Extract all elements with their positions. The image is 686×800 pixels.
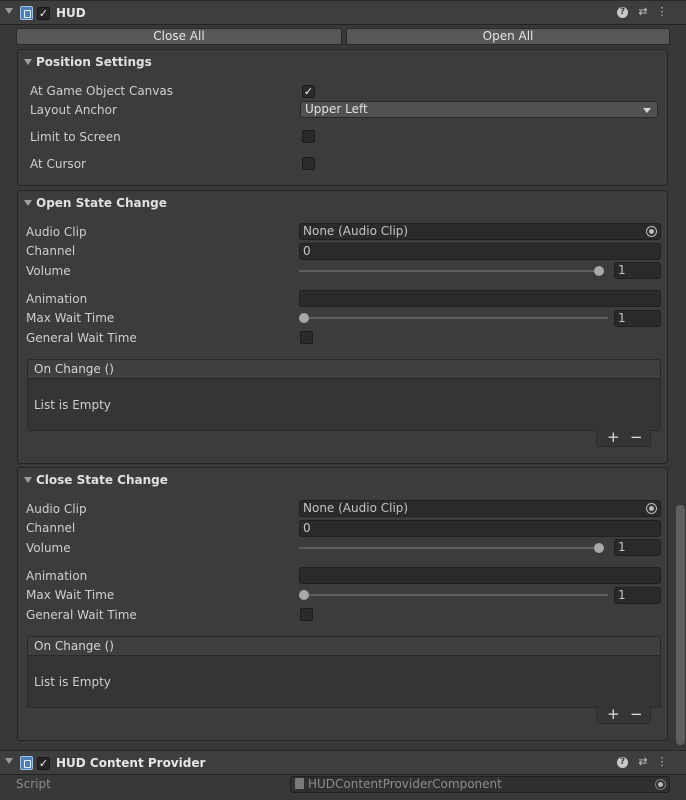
on-change-event-list: On Change () List is Empty (27, 359, 661, 431)
script-icon (20, 756, 33, 770)
layout-anchor-label: Layout Anchor (30, 103, 117, 117)
on-change-event-list: On Change () List is Empty (27, 636, 661, 708)
script-value: HUDContentProviderComponent (308, 777, 502, 791)
max-wait-time-slider-thumb[interactable] (299, 590, 309, 600)
limit-to-screen-checkbox[interactable] (302, 130, 315, 143)
max-wait-time-field[interactable]: 1 (614, 587, 661, 604)
max-wait-time-label: Max Wait Time (26, 311, 115, 325)
script-field[interactable]: HUDContentProviderComponent (290, 776, 670, 793)
max-wait-time-label: Max Wait Time (26, 588, 115, 602)
help-icon[interactable]: ? (617, 757, 628, 768)
open-all-button[interactable]: Open All (346, 28, 670, 45)
hud-content-provider-title: HUD Content Provider (56, 756, 206, 770)
volume-field[interactable]: 1 (614, 262, 661, 279)
volume-slider-thumb[interactable] (594, 266, 604, 276)
channel-label: Channel (26, 244, 76, 258)
fold-arrow-icon[interactable] (5, 8, 13, 14)
hud-enabled-checkbox[interactable]: ✓ (37, 7, 50, 20)
hud-component-header[interactable]: ✓ HUD ? ⇄ ⋮ (0, 0, 686, 25)
presets-icon[interactable]: ⇄ (636, 5, 650, 19)
kebab-menu-icon[interactable]: ⋮ (655, 755, 669, 769)
max-wait-time-slider-track[interactable] (299, 594, 608, 596)
channel-field[interactable]: 0 (299, 243, 661, 260)
presets-icon[interactable]: ⇄ (636, 755, 650, 769)
object-picker-icon[interactable] (655, 779, 666, 790)
script-label: Script (16, 777, 51, 791)
on-change-header: On Change () (28, 360, 660, 379)
general-wait-time-checkbox[interactable] (300, 331, 313, 344)
script-file-icon (295, 778, 304, 789)
fold-arrow-icon[interactable] (24, 477, 32, 483)
fold-arrow-icon[interactable] (24, 200, 32, 206)
audio-clip-label: Audio Clip (26, 225, 87, 239)
channel-label: Channel (26, 521, 76, 535)
animation-label: Animation (26, 569, 88, 583)
script-icon (20, 6, 33, 20)
close-state-change-panel: Close State Change Audio Clip None (Audi… (17, 467, 668, 741)
volume-slider-track[interactable] (299, 270, 604, 272)
audio-clip-value: None (Audio Clip) (303, 501, 409, 515)
object-picker-icon[interactable] (646, 226, 657, 237)
audio-clip-label: Audio Clip (26, 502, 87, 516)
layout-anchor-dropdown[interactable]: Upper Left (300, 101, 658, 118)
max-wait-time-slider-thumb[interactable] (299, 313, 309, 323)
hud-content-provider-header[interactable]: ✓ HUD Content Provider ? ⇄ ⋮ (0, 750, 686, 775)
layout-anchor-value: Upper Left (305, 102, 368, 116)
inspector-scrollbar[interactable] (676, 505, 685, 745)
remove-item-button[interactable]: − (630, 707, 643, 722)
list-empty-text: List is Empty (34, 675, 111, 689)
audio-clip-field[interactable]: None (Audio Clip) (299, 500, 661, 517)
list-empty-text: List is Empty (34, 398, 111, 412)
hud-content-enabled-checkbox[interactable]: ✓ (37, 757, 50, 770)
general-wait-time-checkbox[interactable] (300, 608, 313, 621)
object-picker-icon[interactable] (646, 503, 657, 514)
event-list-footer: + − (596, 430, 651, 447)
dropdown-caret-icon (643, 108, 651, 113)
animation-field[interactable] (299, 567, 661, 584)
position-settings-title[interactable]: Position Settings (36, 55, 152, 69)
at-cursor-checkbox[interactable] (302, 157, 315, 170)
close-state-change-title[interactable]: Close State Change (36, 473, 168, 487)
open-state-change-panel: Open State Change Audio Clip None (Audio… (17, 190, 668, 464)
animation-label: Animation (26, 292, 88, 306)
open-state-change-title[interactable]: Open State Change (36, 196, 167, 210)
position-settings-panel: Position Settings At Game Object Canvas … (17, 49, 668, 186)
fold-arrow-icon[interactable] (5, 758, 13, 764)
close-all-button[interactable]: Close All (16, 28, 342, 45)
animation-field[interactable] (299, 290, 661, 307)
at-cursor-label: At Cursor (30, 157, 86, 171)
event-list-footer: + − (596, 707, 651, 724)
at-game-object-canvas-checkbox[interactable]: ✓ (302, 85, 315, 98)
volume-slider-track[interactable] (299, 547, 604, 549)
at-game-object-canvas-label: At Game Object Canvas (30, 84, 173, 98)
add-item-button[interactable]: + (607, 707, 620, 722)
channel-field[interactable]: 0 (299, 520, 661, 537)
on-change-header: On Change () (28, 637, 660, 656)
general-wait-time-label: General Wait Time (26, 331, 137, 345)
volume-slider-thumb[interactable] (594, 543, 604, 553)
volume-label: Volume (26, 541, 71, 555)
volume-label: Volume (26, 264, 71, 278)
max-wait-time-field[interactable]: 1 (614, 310, 661, 327)
hud-title: HUD (56, 6, 86, 20)
remove-item-button[interactable]: − (630, 430, 643, 445)
max-wait-time-slider-track[interactable] (299, 317, 608, 319)
limit-to-screen-label: Limit to Screen (30, 130, 121, 144)
kebab-menu-icon[interactable]: ⋮ (655, 5, 669, 19)
audio-clip-field[interactable]: None (Audio Clip) (299, 223, 661, 240)
fold-arrow-icon[interactable] (24, 59, 32, 65)
general-wait-time-label: General Wait Time (26, 608, 137, 622)
volume-field[interactable]: 1 (614, 539, 661, 556)
help-icon[interactable]: ? (617, 7, 628, 18)
audio-clip-value: None (Audio Clip) (303, 224, 409, 238)
add-item-button[interactable]: + (607, 430, 620, 445)
